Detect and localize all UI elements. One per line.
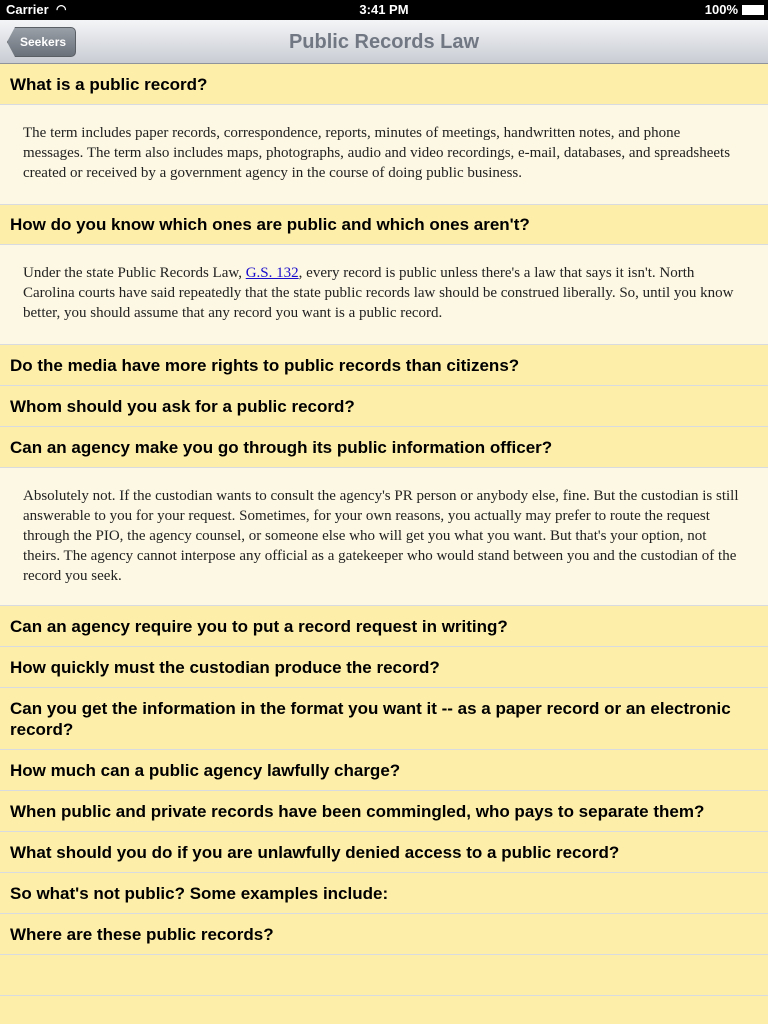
status-bar: Carrier ◠ 3:41 PM 100% — [0, 0, 768, 20]
navigation-bar: Seekers Public Records Law — [0, 20, 768, 64]
faq-question[interactable]: Can you get the information in the forma… — [0, 688, 768, 750]
faq-question[interactable]: Whom should you ask for a public record? — [0, 386, 768, 427]
faq-question[interactable]: What should you do if you are unlawfully… — [0, 832, 768, 873]
faq-answer: Absolutely not. If the custodian wants t… — [0, 468, 768, 606]
battery-label: 100% — [704, 2, 738, 17]
status-time: 3:41 PM — [359, 2, 409, 17]
faq-question[interactable]: Can an agency require you to put a recor… — [0, 606, 768, 647]
faq-question[interactable]: Do the media have more rights to public … — [0, 345, 768, 386]
faq-question[interactable]: How quickly must the custodian produce t… — [0, 647, 768, 688]
faq-question[interactable]: How do you know which ones are public an… — [0, 205, 768, 245]
empty-row — [0, 955, 768, 996]
faq-answer: Under the state Public Records Law, G.S.… — [0, 245, 768, 345]
faq-question[interactable]: So what's not public? Some examples incl… — [0, 873, 768, 914]
faq-list: What is a public record? The term includ… — [0, 64, 768, 996]
faq-question[interactable]: Can an agency make you go through its pu… — [0, 427, 768, 468]
battery-icon — [742, 5, 764, 15]
page-title: Public Records Law — [288, 31, 480, 53]
gs-132-link[interactable]: G.S. 132 — [246, 265, 299, 281]
faq-question[interactable]: Where are these public records? — [0, 914, 768, 955]
faq-question[interactable]: When public and private records have bee… — [0, 791, 768, 832]
faq-answer: The term includes paper records, corresp… — [0, 105, 768, 205]
answer-text: Under the state Public Records Law, — [23, 265, 246, 281]
faq-question[interactable]: What is a public record? — [0, 64, 768, 105]
faq-question[interactable]: How much can a public agency lawfully ch… — [0, 750, 768, 791]
